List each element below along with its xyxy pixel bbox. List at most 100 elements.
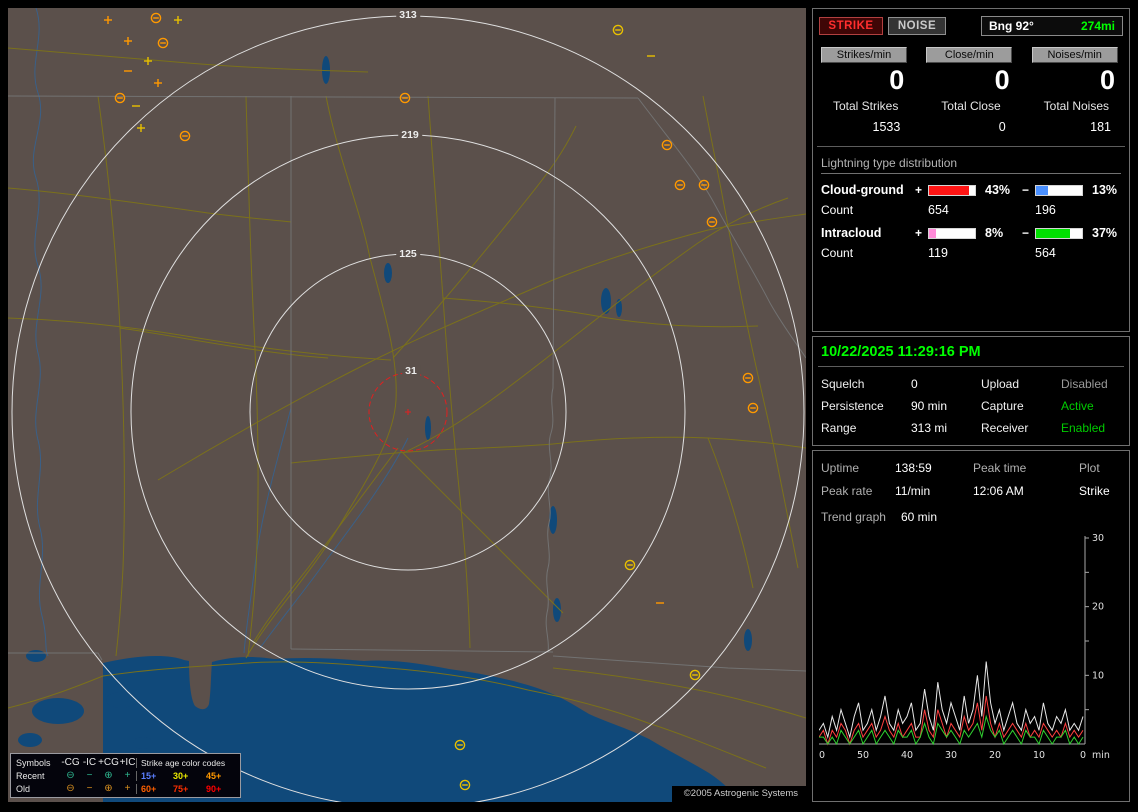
bearing-display: Bng 92° 274mi	[981, 16, 1123, 36]
settings-panel: 10/22/2025 11:29:16 PM Squelch 0 Upload …	[812, 336, 1130, 446]
trend-series-strikes-total	[819, 662, 1083, 738]
age-15: 15+	[136, 771, 169, 781]
trend-series-intracloud	[819, 717, 1083, 745]
receiver-label: Receiver	[981, 421, 1061, 435]
svg-text:30: 30	[1092, 533, 1104, 544]
intracloud-label: Intracloud	[821, 226, 915, 240]
strikes-per-min-label: Strikes/min	[821, 47, 907, 63]
age-90: 90+	[202, 784, 235, 794]
cg-pos-recent-icon: ⊕	[98, 771, 119, 781]
noise-mode-button[interactable]: NOISE	[888, 17, 946, 35]
cg-neg-count: 196	[1035, 203, 1089, 217]
persistence-label: Persistence	[821, 399, 911, 413]
svg-text:50: 50	[857, 750, 869, 761]
noises-per-min-value: 0	[1024, 65, 1129, 95]
cg-pos-old-icon: ⊕	[98, 784, 119, 794]
upload-label: Upload	[981, 377, 1061, 391]
cg-neg-pct: 13%	[1089, 183, 1125, 197]
ic-neg-recent-icon: −	[81, 771, 98, 781]
legend-age-header: Strike age color codes	[136, 758, 235, 768]
svg-text:0: 0	[1080, 750, 1086, 761]
trend-graph: 3020106050403020100min	[819, 532, 1131, 766]
close-per-min-label: Close/min	[926, 47, 1012, 63]
map-svg	[8, 8, 806, 802]
distribution-title: Lightning type distribution	[821, 156, 1121, 174]
ring-label-31: 31	[402, 365, 420, 377]
cloud-ground-label: Cloud-ground	[821, 183, 915, 197]
plus-sign: +	[915, 183, 928, 197]
cg-pos-pct: 43%	[982, 183, 1022, 197]
trend-graph-label: Trend graph	[821, 510, 901, 524]
ic-neg-count: 564	[1035, 246, 1089, 260]
count-label: Count	[821, 246, 915, 260]
squelch-label: Squelch	[821, 377, 911, 391]
svg-text:60: 60	[819, 750, 825, 761]
peak-rate-label: Peak rate	[821, 484, 895, 498]
range-label: Range	[821, 421, 911, 435]
uptime-label: Uptime	[821, 461, 895, 475]
trend-panel: Uptime 138:59 Peak time Plot Peak rate 1…	[812, 450, 1130, 802]
age-45: 45+	[202, 771, 235, 781]
legend-col-ic-pos: +IC	[119, 758, 136, 768]
ic-pos-count: 119	[928, 246, 982, 260]
ic-neg-old-icon: −	[81, 784, 98, 794]
squelch-value: 0	[911, 377, 981, 391]
cg-neg-recent-icon: ⊖	[60, 771, 81, 781]
age-60: 60+	[136, 784, 169, 794]
legend-col-cg-neg: -CG	[60, 758, 81, 768]
app-window: { "colors": { "land": "#5b504b", "water"…	[0, 0, 1138, 812]
cg-neg-old-icon: ⊖	[60, 784, 81, 794]
total-close-label: Total Close	[918, 99, 1023, 113]
divider	[817, 146, 1125, 147]
map-legend: Symbols -CG -IC +CG +IC Strike age color…	[10, 753, 241, 798]
ic-pos-recent-icon: +	[119, 771, 136, 781]
ic-neg-pct: 37%	[1089, 226, 1125, 240]
upload-status: Disabled	[1061, 377, 1121, 391]
total-strikes-label: Total Strikes	[813, 99, 918, 113]
svg-text:20: 20	[989, 750, 1001, 761]
age-30: 30+	[169, 771, 202, 781]
copyright: ©2005 Astrogenic Systems	[672, 786, 806, 802]
range-value: 313 mi	[911, 421, 981, 435]
svg-text:min: min	[1092, 750, 1110, 761]
stats-panel: STRIKE NOISE Bng 92° 274mi Strikes/min 0…	[812, 8, 1130, 332]
total-noises-value: 181	[1024, 120, 1129, 134]
legend-symbols-header: Symbols	[16, 758, 60, 768]
trend-window-value: 60 min	[901, 510, 1121, 524]
age-75: 75+	[169, 784, 202, 794]
peak-rate-value: 11/min	[895, 484, 973, 498]
total-close-value: 0	[918, 120, 1023, 134]
receiver-status: Enabled	[1061, 421, 1121, 435]
sidebar: STRIKE NOISE Bng 92° 274mi Strikes/min 0…	[812, 0, 1130, 812]
capture-status: Active	[1061, 399, 1121, 413]
persistence-value: 90 min	[911, 399, 981, 413]
legend-recent-label: Recent	[16, 771, 60, 781]
ic-pos-old-icon: +	[119, 784, 136, 794]
bearing-label: Bng 92°	[989, 19, 1034, 33]
ring-label-125: 125	[396, 248, 420, 260]
svg-text:40: 40	[901, 750, 913, 761]
minus-sign: −	[1022, 226, 1035, 240]
count-label: Count	[821, 203, 915, 217]
uptime-value: 138:59	[895, 461, 973, 475]
cg-neg-bar	[1035, 185, 1083, 196]
peak-time-value: 12:06 AM	[973, 484, 1079, 498]
svg-text:20: 20	[1092, 602, 1104, 613]
bearing-range: 274mi	[1081, 19, 1115, 33]
plot-label: Plot	[1079, 461, 1121, 475]
datetime: 10/22/2025 11:29:16 PM	[813, 337, 1129, 366]
plus-sign: +	[915, 226, 928, 240]
capture-label: Capture	[981, 399, 1061, 413]
lightning-map[interactable]: 313 219 125 31 Symbols -CG -IC +CG +IC S…	[8, 8, 806, 802]
svg-text:30: 30	[945, 750, 957, 761]
strikes-per-min-value: 0	[813, 65, 918, 95]
ic-pos-pct: 8%	[982, 226, 1022, 240]
strike-mode-button[interactable]: STRIKE	[819, 17, 883, 35]
close-per-min-value: 0	[918, 65, 1023, 95]
total-noises-label: Total Noises	[1024, 99, 1129, 113]
legend-col-cg-pos: +CG	[98, 758, 119, 768]
ring-label-313: 313	[396, 9, 420, 21]
cg-pos-bar	[928, 185, 976, 196]
legend-old-label: Old	[16, 784, 60, 794]
svg-text:10: 10	[1092, 670, 1104, 681]
